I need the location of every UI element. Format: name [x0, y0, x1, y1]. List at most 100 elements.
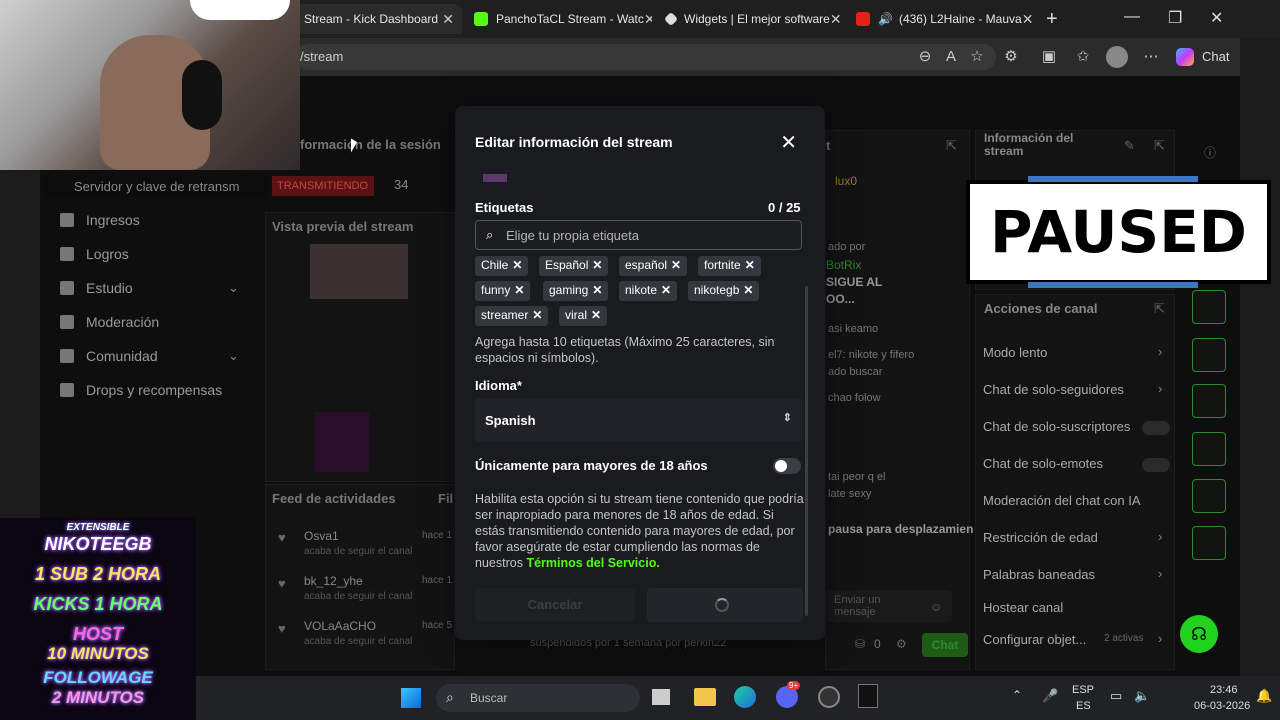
activity-filter[interactable]: Fil	[438, 491, 453, 506]
cancel-button[interactable]: Cancelar	[475, 588, 635, 622]
quick-action-lightning[interactable]	[1192, 290, 1226, 324]
remove-tag-icon[interactable]: ✕	[592, 283, 602, 297]
popout-icon[interactable]: ⇱	[1154, 138, 1165, 154]
sidebar-item-estudio[interactable]: Estudio	[60, 280, 133, 296]
settings-gear-icon[interactable]: ⚙	[896, 637, 907, 651]
chat-paused-notice[interactable]: pausa para desplazamien	[828, 522, 973, 536]
remove-tag-icon[interactable]: ✕	[743, 283, 753, 297]
gift-icon[interactable]: ⛁	[855, 637, 865, 651]
tag-chip[interactable]: funny ✕	[475, 281, 531, 301]
copilot-icon[interactable]	[1176, 48, 1194, 66]
sidebar-item-logros[interactable]: Logros	[60, 246, 129, 262]
favorites-icon[interactable]: ✩	[1072, 46, 1094, 68]
taskbar-search-input[interactable]: ⌕ Buscar	[436, 684, 640, 712]
tab-youtube[interactable]: 🔊 (436) L2Haine - Mauva ✕	[848, 4, 1040, 34]
chevron-down-icon[interactable]: ⌄	[228, 348, 239, 364]
chevron-right-icon[interactable]: ›	[1158, 529, 1162, 544]
popout-icon[interactable]: ⇱	[1154, 301, 1165, 317]
read-aloud-icon[interactable]: A	[940, 46, 962, 68]
close-tab-icon[interactable]: ✕	[830, 11, 842, 28]
tag-chip[interactable]: viral ✕	[559, 306, 608, 326]
more-menu-icon[interactable]: ⋯	[1140, 46, 1162, 68]
clock-time[interactable]: 23:46	[1210, 684, 1238, 696]
sidebar-item-moderacion[interactable]: Moderación	[60, 314, 159, 330]
quick-action-doc[interactable]	[1192, 338, 1226, 372]
sidebar-item-ingresos[interactable]: Ingresos	[60, 212, 140, 228]
action-banned-words[interactable]: Palabras baneadas	[983, 567, 1095, 582]
remove-tag-icon[interactable]: ✕	[532, 308, 542, 322]
microphone-icon[interactable]: 🎤	[1042, 688, 1058, 704]
profile-avatar[interactable]	[1106, 46, 1128, 68]
window-close-icon[interactable]: ✕	[1210, 8, 1223, 28]
send-chat-button[interactable]: Chat	[922, 633, 968, 657]
close-tab-icon[interactable]: ✕	[442, 11, 454, 28]
subs-only-toggle[interactable]	[1142, 421, 1170, 435]
notification-bell-icon[interactable]: 🔔	[1256, 688, 1272, 704]
action-slow-mode[interactable]: Modo lento	[983, 345, 1047, 360]
favorite-star-icon[interactable]: ☆	[966, 46, 988, 68]
extensions-icon[interactable]: ⚙	[1000, 46, 1022, 68]
language-select[interactable]: Spanish ⇕	[475, 398, 802, 442]
url-bar[interactable]: /stream	[296, 44, 996, 70]
action-emotes-only[interactable]: Chat de solo-emotes	[983, 456, 1103, 471]
close-tab-icon[interactable]: ✕	[644, 11, 652, 28]
tag-chip[interactable]: gaming ✕	[543, 281, 609, 301]
chevron-right-icon[interactable]: ›	[1158, 344, 1162, 359]
info-icon[interactable]: ⓘ	[1204, 144, 1216, 161]
remove-tag-icon[interactable]: ✕	[512, 258, 522, 272]
obs-icon[interactable]	[818, 686, 840, 708]
quick-action-wrench[interactable]	[1192, 526, 1226, 560]
tag-chip[interactable]: streamer ✕	[475, 306, 549, 326]
remove-tag-icon[interactable]: ✕	[591, 308, 601, 322]
terms-link[interactable]: Términos del Servicio.	[526, 556, 659, 570]
tab-widgets[interactable]: Widgets | El mejor software ✕	[658, 4, 844, 34]
support-headset-icon[interactable]: ☊	[1180, 615, 1218, 653]
network-icon[interactable]: ▭	[1110, 688, 1122, 704]
action-age-restriction[interactable]: Restricción de edad	[983, 530, 1098, 545]
volume-icon[interactable]: 🔈	[1134, 688, 1150, 704]
close-tab-icon[interactable]: ✕	[1022, 11, 1034, 28]
edge-browser-icon[interactable]	[734, 686, 756, 708]
sidebar-item-comunidad[interactable]: Comunidad	[60, 348, 158, 364]
speaker-icon[interactable]: 🔊	[878, 12, 893, 26]
tag-chip[interactable]: nikotegb ✕	[688, 281, 760, 301]
quick-action-layers[interactable]	[1192, 479, 1226, 513]
mature-toggle[interactable]	[773, 458, 801, 474]
tag-chip[interactable]: Chile ✕	[475, 256, 529, 276]
emote-icon[interactable]: ☺	[930, 600, 942, 614]
zoom-icon[interactable]: ⊖	[914, 46, 936, 68]
tag-chip[interactable]: nikote ✕	[619, 281, 678, 301]
tag-chip[interactable]: español ✕	[619, 256, 688, 276]
chevron-right-icon[interactable]: ›	[1158, 566, 1162, 581]
task-view-icon[interactable]	[652, 689, 670, 705]
restore-icon[interactable]: ❐	[1168, 8, 1182, 28]
chevron-right-icon[interactable]: ›	[1158, 631, 1162, 646]
chevron-down-icon[interactable]: ⌄	[228, 280, 239, 296]
new-tab-icon[interactable]: +	[1046, 8, 1058, 31]
tag-chip[interactable]: Español ✕	[539, 256, 609, 276]
file-explorer-icon[interactable]	[694, 688, 716, 706]
split-screen-icon[interactable]: ▣	[1038, 46, 1060, 68]
action-ai-moderation[interactable]: Moderación del chat con IA	[983, 493, 1141, 508]
copilot-chat-button[interactable]: Chat	[1202, 49, 1229, 64]
remove-tag-icon[interactable]: ✕	[514, 283, 524, 297]
tag-search-input[interactable]: ⌕ Elige tu propia etiqueta	[475, 220, 802, 250]
windows-start-icon[interactable]	[401, 688, 421, 708]
action-followers-only[interactable]: Chat de solo-seguidores	[983, 382, 1124, 397]
quick-action-broadcast[interactable]	[1192, 432, 1226, 466]
action-goals[interactable]: Configurar objet...	[983, 632, 1086, 647]
tray-chevron-up-icon[interactable]: ⌃	[1012, 688, 1022, 702]
remove-tag-icon[interactable]: ✕	[661, 283, 671, 297]
emotes-only-toggle[interactable]	[1142, 458, 1170, 472]
remove-tag-icon[interactable]: ✕	[592, 258, 602, 272]
action-subs-only[interactable]: Chat de solo-suscriptores	[983, 419, 1130, 434]
close-icon[interactable]: ✕	[780, 130, 797, 155]
save-button[interactable]	[647, 588, 803, 622]
tab-kick-dashboard[interactable]: Stream - Kick Dashboard ✕	[296, 4, 462, 34]
remove-tag-icon[interactable]: ✕	[671, 258, 681, 272]
chevron-right-icon[interactable]: ›	[1158, 381, 1162, 396]
keyboard-lang[interactable]: ESP	[1072, 684, 1094, 696]
tab-pancho-stream[interactable]: PanchoTaCL Stream - Watc ✕	[466, 4, 652, 34]
quick-action-chat[interactable]	[1192, 384, 1226, 418]
popout-icon[interactable]: ⇱	[946, 138, 957, 154]
